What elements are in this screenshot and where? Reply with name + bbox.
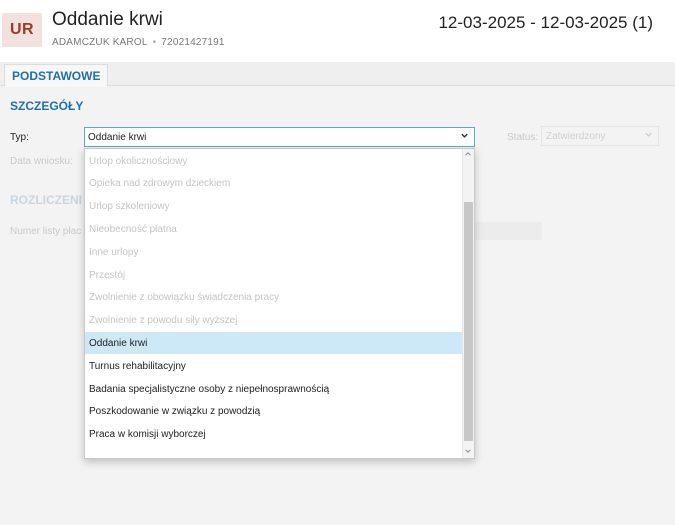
type-select-value: Oddanie krwi bbox=[88, 131, 147, 143]
type-select[interactable]: Oddanie krwi bbox=[84, 127, 475, 147]
dropdown-option[interactable]: Praca w komisji wyborczej bbox=[85, 424, 462, 446]
separator-dot: • bbox=[152, 37, 157, 48]
scrollbar-thumb[interactable] bbox=[464, 202, 473, 441]
scroll-up-arrow-icon[interactable] bbox=[464, 150, 472, 160]
payroll-number-label: Numer listy płac bbox=[10, 226, 82, 237]
dropdown-option: Inne urlopy bbox=[89, 246, 139, 258]
date-range: 12-03-2025 - 12-03-2025 (1) bbox=[438, 13, 653, 32]
employee-subtitle: ADAMCZUK KAROL • 72021427191 bbox=[52, 37, 225, 48]
dropdown-option: Opieka nad zdrowym dzieckiem bbox=[89, 178, 231, 190]
page-title: Oddanie krwi bbox=[52, 9, 163, 30]
status-label: Status: bbox=[507, 132, 539, 143]
employee-name: ADAMCZUK KAROL bbox=[52, 37, 148, 48]
dropdown-option: Przestój bbox=[89, 269, 126, 281]
dropdown-option: Urlop okolicznościowy bbox=[89, 155, 188, 167]
dropdown-option: Zwolnienie z obowiązku świadczenia pracy bbox=[89, 292, 280, 304]
dropdown-option[interactable]: Poszkodowanie w związku z powodzią bbox=[85, 401, 462, 423]
type-label: Typ: bbox=[10, 132, 29, 143]
dropdown-option: Zwolnienie z powodu siły wyższej bbox=[89, 315, 238, 327]
record-header: UR Oddanie krwi ADAMCZUK KAROL • 720214271… bbox=[0, 0, 675, 62]
chevron-down-icon[interactable] bbox=[460, 131, 469, 143]
dropdown-scrollbar[interactable] bbox=[462, 149, 474, 458]
payroll-number-field[interactable] bbox=[470, 222, 542, 240]
section-title-settlement: ROZLICZENI bbox=[10, 193, 82, 207]
employee-id: 72021427191 bbox=[161, 37, 225, 48]
status-select-value: Zatwierdzony bbox=[546, 130, 606, 142]
scroll-down-arrow-icon[interactable] bbox=[464, 447, 472, 457]
tab-bar: PODSTAWOWE bbox=[0, 62, 675, 87]
dropdown-option[interactable]: Oddanie krwi bbox=[85, 332, 462, 355]
status-select[interactable]: Zatwierdzony bbox=[541, 126, 659, 146]
tab-podstawowe[interactable]: PODSTAWOWE bbox=[4, 64, 109, 87]
chevron-down-icon[interactable] bbox=[644, 130, 653, 142]
section-title-details: SZCZEGÓŁY bbox=[10, 99, 84, 113]
avatar: UR bbox=[2, 13, 42, 47]
dropdown-option: Nieobecność płatna bbox=[89, 223, 177, 235]
dropdown-option[interactable]: Badania specjalistyczne osoby z niepełno… bbox=[85, 378, 462, 400]
dropdown-option[interactable]: Turnus rehabilitacyjny bbox=[85, 355, 462, 377]
date-label: Data wniosku: bbox=[10, 156, 73, 167]
type-dropdown-list[interactable]: Urlop okolicznościowy Opieka nad zdrowym … bbox=[84, 148, 475, 459]
dropdown-option: Urlop szkoleniowy bbox=[89, 201, 170, 213]
